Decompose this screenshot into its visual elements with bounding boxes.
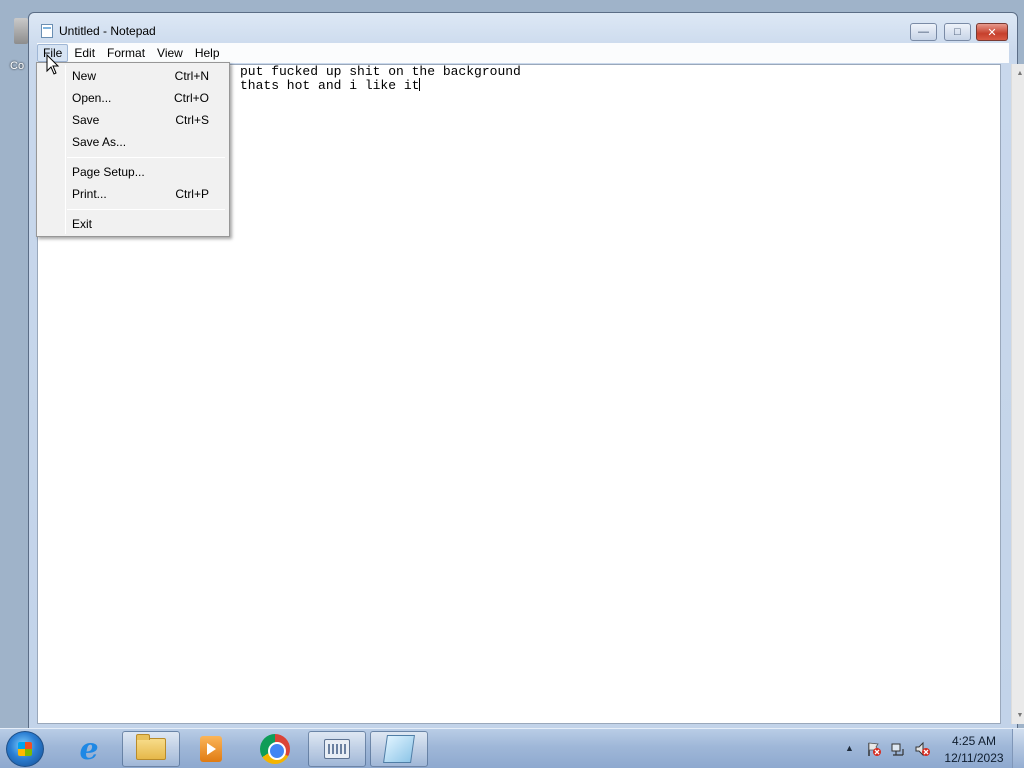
menu-item-label: Page Setup... — [72, 165, 145, 179]
menu-separator — [67, 209, 225, 210]
menu-item-page-setup[interactable]: Page Setup... — [39, 161, 227, 183]
taskbar-media-player[interactable] — [182, 731, 240, 767]
maximize-button[interactable]: □ — [944, 23, 971, 41]
menu-item-label: Open... — [72, 91, 112, 105]
start-button[interactable] — [6, 731, 44, 767]
minimize-button[interactable]: — — [910, 23, 937, 41]
show-desktop-button[interactable] — [1012, 729, 1024, 768]
action-center-flag-icon[interactable] — [866, 741, 882, 757]
menu-help[interactable]: Help — [189, 44, 226, 62]
notepad-icon — [383, 735, 415, 763]
desktop-icon[interactable] — [14, 18, 28, 44]
desktop-icon-label: Co — [10, 60, 25, 72]
title-bar[interactable]: Untitled - Notepad — □ ✕ — [29, 13, 1017, 41]
menu-item-new[interactable]: New Ctrl+N — [39, 65, 227, 87]
editor-line-2-text: thats hot and i like it — [240, 78, 420, 93]
menu-item-label: New — [72, 69, 97, 83]
taskbar-internet-explorer[interactable]: e — [60, 731, 118, 767]
chrome-icon — [260, 734, 290, 764]
windows-explorer-icon — [136, 734, 166, 760]
taskbar-chrome[interactable] — [246, 731, 304, 767]
menu-item-shortcut: Ctrl+P — [175, 187, 209, 201]
menu-item-shortcut: Ctrl+S — [175, 113, 209, 127]
menu-item-save[interactable]: Save Ctrl+S — [39, 109, 227, 131]
show-hidden-icons-icon[interactable]: ▲ — [845, 743, 854, 753]
volume-muted-icon[interactable] — [914, 741, 930, 757]
menu-item-exit[interactable]: Exit — [39, 213, 227, 235]
maximize-icon: □ — [954, 26, 961, 38]
taskbar-notepad[interactable] — [370, 731, 428, 767]
scroll-up-icon[interactable]: ▲ — [1016, 69, 1024, 77]
menu-item-label: Save — [72, 113, 100, 127]
clock-date[interactable]: 12/11/2023 — [943, 751, 1005, 765]
text-caret — [419, 78, 421, 91]
editor-line-1: put fucked up shit on the background — [240, 64, 521, 79]
clock-time[interactable]: 4:25 AM — [943, 734, 1005, 748]
window-title: Untitled - Notepad — [59, 24, 156, 38]
internet-explorer-icon: e — [79, 731, 99, 767]
menu-edit[interactable]: Edit — [68, 44, 101, 62]
scroll-down-icon[interactable]: ▼ — [1016, 711, 1024, 719]
menu-bar: File Edit Format View Help — [37, 43, 1009, 63]
menu-item-label: Exit — [72, 217, 93, 231]
taskbar: e ▲ 4:25 AM 12/11/2023 — [0, 728, 1024, 768]
mouse-cursor-icon — [46, 54, 60, 75]
taskbar-on-screen-keyboard[interactable] — [308, 731, 366, 767]
close-icon: ✕ — [987, 26, 997, 39]
notepad-app-icon[interactable] — [41, 24, 53, 38]
menu-separator — [67, 157, 225, 158]
media-player-icon — [200, 736, 222, 762]
editor-content[interactable]: put fucked up shit on the background that… — [240, 65, 521, 92]
menu-item-open[interactable]: Open... Ctrl+O — [39, 87, 227, 109]
menu-format[interactable]: Format — [101, 44, 151, 62]
on-screen-keyboard-icon — [324, 739, 350, 759]
editor-line-2: thats hot and i like it — [240, 78, 521, 92]
menu-item-label: Save As... — [72, 135, 127, 149]
vertical-scrollbar[interactable]: ▲ ▼ — [1011, 64, 1024, 724]
close-button[interactable]: ✕ — [976, 23, 1008, 41]
menu-view[interactable]: View — [151, 44, 189, 62]
menu-item-shortcut: Ctrl+O — [173, 91, 209, 105]
menu-item-print[interactable]: Print... Ctrl+P — [39, 183, 227, 205]
menu-item-label: Print... — [72, 187, 107, 201]
minimize-icon: — — [918, 26, 929, 38]
menu-item-save-as[interactable]: Save As... — [39, 131, 227, 153]
network-icon[interactable] — [890, 741, 906, 757]
menu-item-shortcut: Ctrl+N — [174, 69, 209, 83]
file-menu-dropdown: New Ctrl+N Open... Ctrl+O Save Ctrl+S Sa… — [36, 62, 230, 237]
taskbar-windows-explorer[interactable] — [122, 731, 180, 767]
